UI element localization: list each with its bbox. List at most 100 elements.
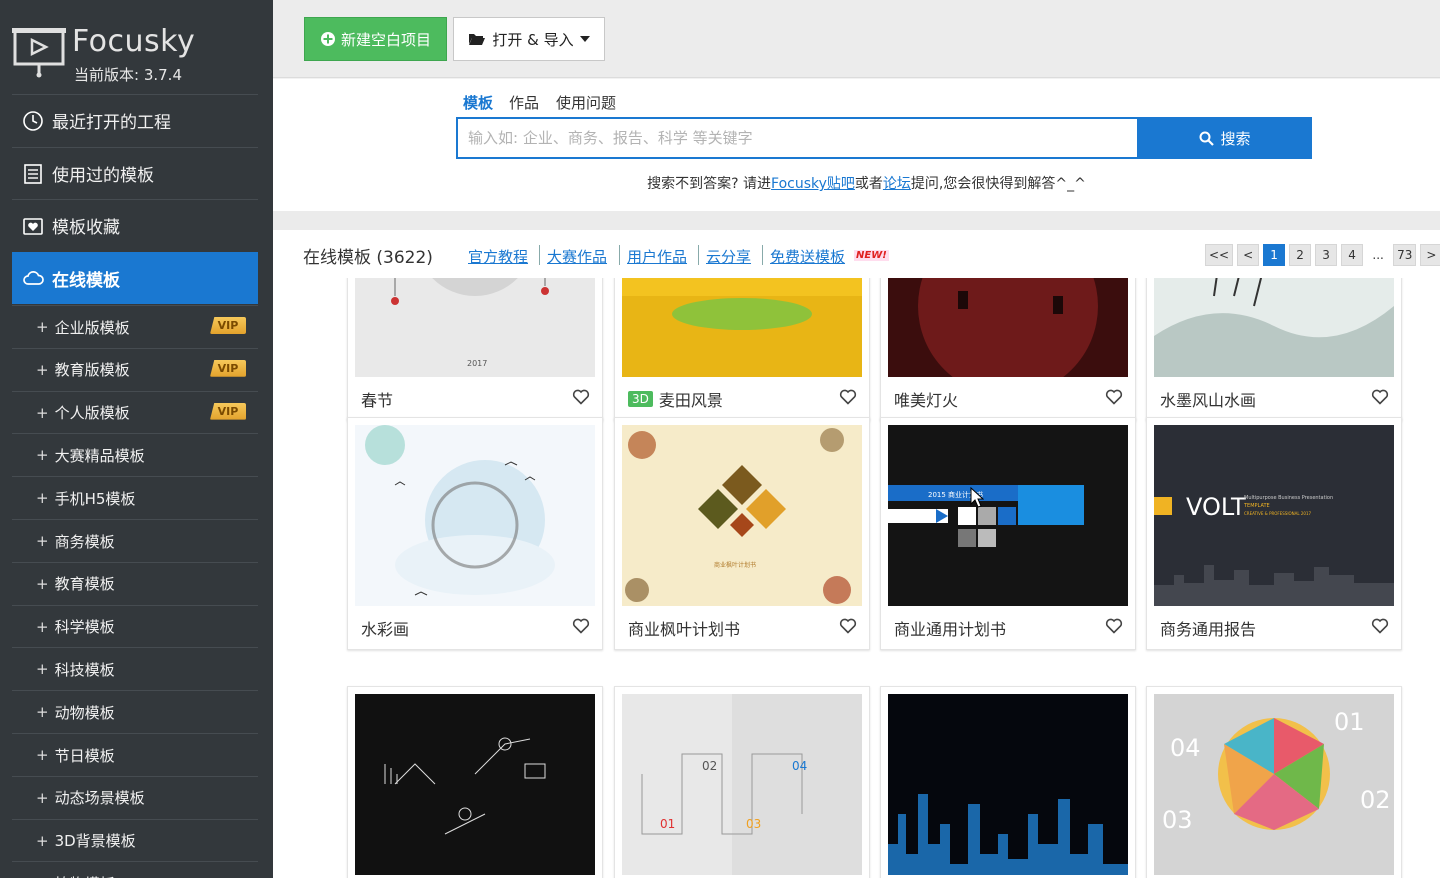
- plus-icon: +: [36, 360, 49, 379]
- category-official-tutorials[interactable]: 官方教程: [468, 246, 528, 267]
- sidebar-subitem[interactable]: + 节日模板: [12, 733, 258, 776]
- favorite-heart-icon[interactable]: [1101, 384, 1127, 410]
- sidebar-subitem[interactable]: + 个人版模板 VIP: [12, 390, 258, 434]
- template-thumbnail[interactable]: [888, 694, 1128, 875]
- tab-templates[interactable]: 模板: [463, 92, 493, 113]
- vip-badge: VIP: [210, 359, 246, 377]
- favorite-heart-icon[interactable]: [835, 613, 861, 639]
- sidebar-subitem[interactable]: + 动物模板: [12, 690, 258, 733]
- template-thumbnail[interactable]: [888, 278, 1128, 377]
- search-button-label: 搜索: [1220, 129, 1251, 148]
- template-thumbnail[interactable]: VOLT Multipurpose Business Presentation TE…: [1154, 425, 1394, 606]
- new-blank-project-label: 新建空白项目: [340, 30, 431, 49]
- template-title: 春节: [361, 391, 394, 410]
- template-card[interactable]: 水墨风山水画: [1146, 278, 1402, 421]
- sidebar-subitem[interactable]: + 科技模板: [12, 647, 258, 690]
- tab-usage-questions[interactable]: 使用问题: [556, 92, 616, 113]
- template-thumbnail[interactable]: [355, 694, 595, 875]
- template-thumbnail[interactable]: 商业枫叶计划书: [622, 425, 862, 606]
- template-title-row: 春节: [361, 387, 393, 411]
- category-user-works[interactable]: 用户作品: [627, 246, 687, 267]
- tieba-link[interactable]: Focusky贴吧: [771, 176, 855, 192]
- pagination: <<<1234...73>>>: [1205, 244, 1440, 266]
- template-card[interactable]: 唯美灯火: [880, 278, 1136, 421]
- sidebar-subitem[interactable]: + 商务模板: [12, 519, 258, 562]
- sidebar-subitem[interactable]: + 企业版模板 VIP: [12, 305, 258, 348]
- template-card[interactable]: 商业枫叶计划书 商业枫叶计划书: [614, 417, 870, 650]
- template-card[interactable]: 水彩画: [347, 417, 603, 650]
- template-card[interactable]: 01 02 03 04: [614, 686, 870, 878]
- template-card[interactable]: [347, 686, 603, 878]
- sidebar-subitem[interactable]: +3D背景模板: [12, 818, 258, 862]
- favorite-heart-icon[interactable]: [1367, 384, 1393, 410]
- sidebar-subitem-label: 教育模板: [54, 575, 115, 594]
- caret-down-icon: [579, 36, 590, 42]
- template-thumbnail[interactable]: 2015 商业计划书: [888, 425, 1128, 606]
- favorite-heart-icon[interactable]: [835, 384, 861, 410]
- template-card[interactable]: [880, 686, 1136, 878]
- category-contest-works[interactable]: 大赛作品: [547, 246, 607, 267]
- top-toolbar: 新建空白项目 打开 & 导入: [273, 0, 1440, 78]
- page-button: ...: [1372, 248, 1384, 262]
- page-button[interactable]: >: [1420, 244, 1440, 266]
- template-card[interactable]: 2015 商业计划书商业通用计划书: [880, 417, 1136, 650]
- sidebar-subitem[interactable]: + 大赛精品模板: [12, 433, 258, 476]
- favorite-heart-icon[interactable]: [1367, 613, 1393, 639]
- template-title-row: 商业通用计划书: [894, 616, 1006, 640]
- help-prefix: 搜索不到答案? 请进: [647, 176, 772, 192]
- open-import-button[interactable]: 打开 & 导入: [453, 17, 605, 61]
- 3d-badge: 3D: [628, 391, 653, 407]
- category-free-templates[interactable]: 免费送模板: [770, 246, 845, 267]
- new-badge: NEW!: [854, 250, 889, 261]
- template-card[interactable]: 2017 春节: [347, 278, 603, 421]
- template-card[interactable]: 3D 麦田风景: [614, 278, 870, 421]
- sidebar-subitem[interactable]: + 教育版模板 VIP: [12, 347, 258, 391]
- sidebar-item-used-templates[interactable]: 使用过的模板: [12, 147, 258, 199]
- template-thumbnail[interactable]: 01 02 03 04: [622, 694, 862, 875]
- favorite-heart-icon[interactable]: [568, 613, 594, 639]
- page-button[interactable]: <: [1237, 244, 1260, 266]
- thumb-number-text: 01: [1334, 708, 1365, 736]
- sidebar-subitem[interactable]: + 动态场景模板: [12, 775, 258, 819]
- favorite-heart-icon[interactable]: [1101, 613, 1127, 639]
- plus-icon: +: [36, 403, 49, 422]
- page-button[interactable]: 4: [1341, 244, 1364, 266]
- plus-icon: +: [36, 532, 49, 550]
- vip-badge: VIP: [210, 317, 246, 334]
- page-button[interactable]: <<: [1205, 244, 1234, 266]
- thumb-number-text: 02: [1360, 786, 1391, 814]
- page-button[interactable]: 73: [1393, 244, 1417, 266]
- template-thumbnail[interactable]: 2017: [355, 278, 595, 377]
- template-thumbnail[interactable]: [622, 278, 862, 377]
- plus-icon: +: [36, 703, 49, 722]
- plus-icon: +: [36, 489, 49, 508]
- favorite-heart-icon[interactable]: [568, 384, 594, 410]
- sidebar-item-recent-projects[interactable]: 最近打开的工程: [12, 94, 258, 146]
- forum-link[interactable]: 论坛: [883, 176, 911, 192]
- new-blank-project-button[interactable]: 新建空白项目: [304, 17, 447, 61]
- sidebar-subitem[interactable]: + 科学模板: [12, 604, 258, 648]
- page-button[interactable]: 3: [1315, 244, 1338, 266]
- app-version: 当前版本: 3.7.4: [74, 66, 182, 84]
- category-cloud-share[interactable]: 云分享: [706, 246, 751, 267]
- template-card[interactable]: VOLT Multipurpose Business Presentation TE…: [1146, 417, 1402, 650]
- sidebar-subitem[interactable]: + 教育模板: [12, 561, 258, 605]
- plus-icon: +: [36, 574, 49, 593]
- template-title: 麦田风景: [658, 391, 723, 410]
- sidebar-subitem[interactable]: + 手机H5模板: [12, 476, 258, 519]
- search-button[interactable]: 搜索: [1138, 117, 1312, 159]
- sidebar-item-favorites[interactable]: 模板收藏: [12, 199, 258, 251]
- template-thumbnail[interactable]: [355, 425, 595, 606]
- sidebar-item-online-templates[interactable]: 在线模板: [12, 252, 258, 304]
- tab-works[interactable]: 作品: [509, 92, 539, 113]
- template-card[interactable]: 01 04 03 02: [1146, 686, 1402, 878]
- search-input[interactable]: [456, 117, 1139, 159]
- page-button[interactable]: 1: [1263, 244, 1286, 266]
- template-thumbnail[interactable]: 01 04 03 02: [1154, 694, 1394, 875]
- thumb-volt-sub1: Multipurpose Business Presentation: [1244, 495, 1333, 501]
- template-thumbnail[interactable]: [1154, 278, 1394, 377]
- page-button[interactable]: 2: [1289, 244, 1312, 266]
- clock-icon: [23, 110, 43, 131]
- thumb-maple-text: 商业枫叶计划书: [714, 561, 756, 569]
- sidebar-subitem[interactable]: + 植物模板: [12, 861, 258, 878]
